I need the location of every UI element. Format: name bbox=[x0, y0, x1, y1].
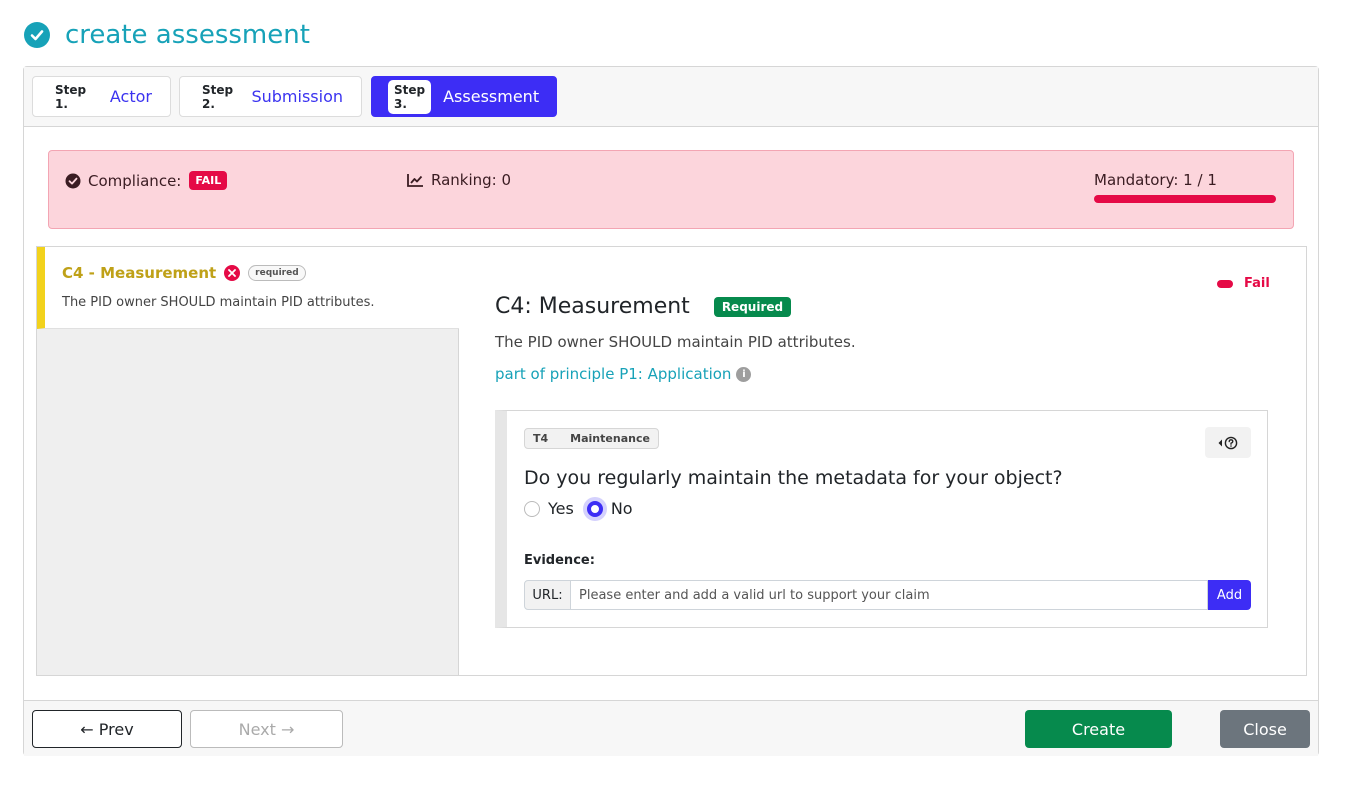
detail-description: The PID owner SHOULD maintain PID attrib… bbox=[495, 333, 856, 351]
detail-title-text: C4: Measurement bbox=[495, 294, 690, 319]
evidence-url-input[interactable] bbox=[571, 580, 1208, 610]
next-button[interactable]: Next → bbox=[190, 710, 343, 748]
add-evidence-button[interactable]: Add bbox=[1208, 580, 1251, 610]
compliance-label: Compliance: bbox=[88, 171, 182, 190]
required-badge: required bbox=[248, 265, 306, 281]
fail-indicator: Fail bbox=[1217, 276, 1270, 291]
info-icon[interactable]: i bbox=[736, 366, 752, 382]
chart-line-icon bbox=[407, 174, 423, 187]
answer-radio-group: Yes No bbox=[524, 499, 646, 518]
criterion-item-c4[interactable]: C4 - Measurement required The PID owner … bbox=[37, 247, 460, 329]
check-circle-icon bbox=[24, 22, 50, 48]
compliance-summary: Compliance: FAIL Ranking: 0 Mandatory: 1… bbox=[48, 150, 1294, 229]
required-badge: Required bbox=[713, 296, 792, 317]
fail-text: Fail bbox=[1244, 276, 1270, 291]
fail-pill-icon bbox=[1217, 279, 1233, 288]
create-button[interactable]: Create bbox=[1025, 710, 1172, 748]
criterion-detail: Fail C4: Measurement Required The PID ow… bbox=[459, 246, 1307, 676]
help-icon bbox=[1218, 436, 1238, 449]
step-number: Step 2. bbox=[202, 82, 234, 111]
tab-step-3-assessment[interactable]: Step 3. Assessment bbox=[371, 76, 557, 117]
step-number: Step 3. bbox=[388, 79, 432, 114]
yes-label[interactable]: Yes bbox=[548, 499, 574, 518]
ranking-text: Ranking: 0 bbox=[431, 171, 512, 189]
close-button[interactable]: Close bbox=[1220, 710, 1310, 748]
criterion-description: The PID owner SHOULD maintain PID attrib… bbox=[62, 295, 375, 310]
criterion-title: C4 - Measurement required bbox=[62, 264, 306, 282]
test-name: Maintenance bbox=[570, 432, 650, 445]
error-icon bbox=[224, 265, 241, 281]
step-label: Submission bbox=[251, 87, 343, 106]
check-circle-icon bbox=[65, 173, 81, 188]
compliance-status: Compliance: FAIL bbox=[65, 171, 228, 190]
help-toggle-button[interactable] bbox=[1205, 427, 1251, 458]
mandatory-text: Mandatory: 1 / 1 bbox=[1094, 171, 1217, 189]
step-number: Step 1. bbox=[55, 82, 87, 111]
test-question-card: T4 Maintenance Do you regularly maintain… bbox=[495, 410, 1268, 628]
url-prefix: URL: bbox=[524, 580, 571, 610]
principle-text: part of principle P1: Application bbox=[495, 365, 732, 383]
principle-link[interactable]: part of principle P1: Application i bbox=[495, 365, 752, 383]
no-label[interactable]: No bbox=[611, 499, 633, 518]
fail-badge: FAIL bbox=[189, 171, 228, 190]
page-header: create assessment bbox=[24, 18, 310, 52]
test-tag: T4 Maintenance bbox=[524, 428, 659, 449]
step-label: Assessment bbox=[443, 87, 540, 106]
page-title: create assessment bbox=[65, 20, 310, 50]
criteria-list: C4 - Measurement required The PID owner … bbox=[36, 246, 460, 676]
prev-button[interactable]: ← Prev bbox=[32, 710, 182, 748]
question-text: Do you regularly maintain the metadata f… bbox=[524, 467, 1063, 489]
tab-step-2-submission[interactable]: Step 2. Submission bbox=[179, 76, 362, 117]
no-radio[interactable] bbox=[586, 500, 603, 517]
assessment-card: Step 1. Actor Step 2. Submission Step 3.… bbox=[23, 66, 1319, 756]
detail-title: C4: Measurement Required bbox=[495, 294, 792, 319]
test-id: T4 bbox=[533, 432, 549, 445]
criterion-name: C4 - Measurement bbox=[62, 264, 217, 282]
card-footer: ← Prev Next → Create Close bbox=[24, 700, 1318, 756]
tab-step-1-actor[interactable]: Step 1. Actor bbox=[32, 76, 171, 117]
yes-radio[interactable] bbox=[524, 500, 540, 517]
evidence-label: Evidence: bbox=[524, 553, 595, 568]
mandatory-progress-bar bbox=[1094, 195, 1276, 203]
step-label: Actor bbox=[109, 87, 152, 106]
evidence-url-group: URL: Add bbox=[524, 580, 1251, 610]
step-tabs: Step 1. Actor Step 2. Submission Step 3.… bbox=[24, 67, 1318, 127]
mandatory-count: Mandatory: 1 / 1 bbox=[1094, 171, 1217, 189]
ranking: Ranking: 0 bbox=[407, 171, 511, 189]
